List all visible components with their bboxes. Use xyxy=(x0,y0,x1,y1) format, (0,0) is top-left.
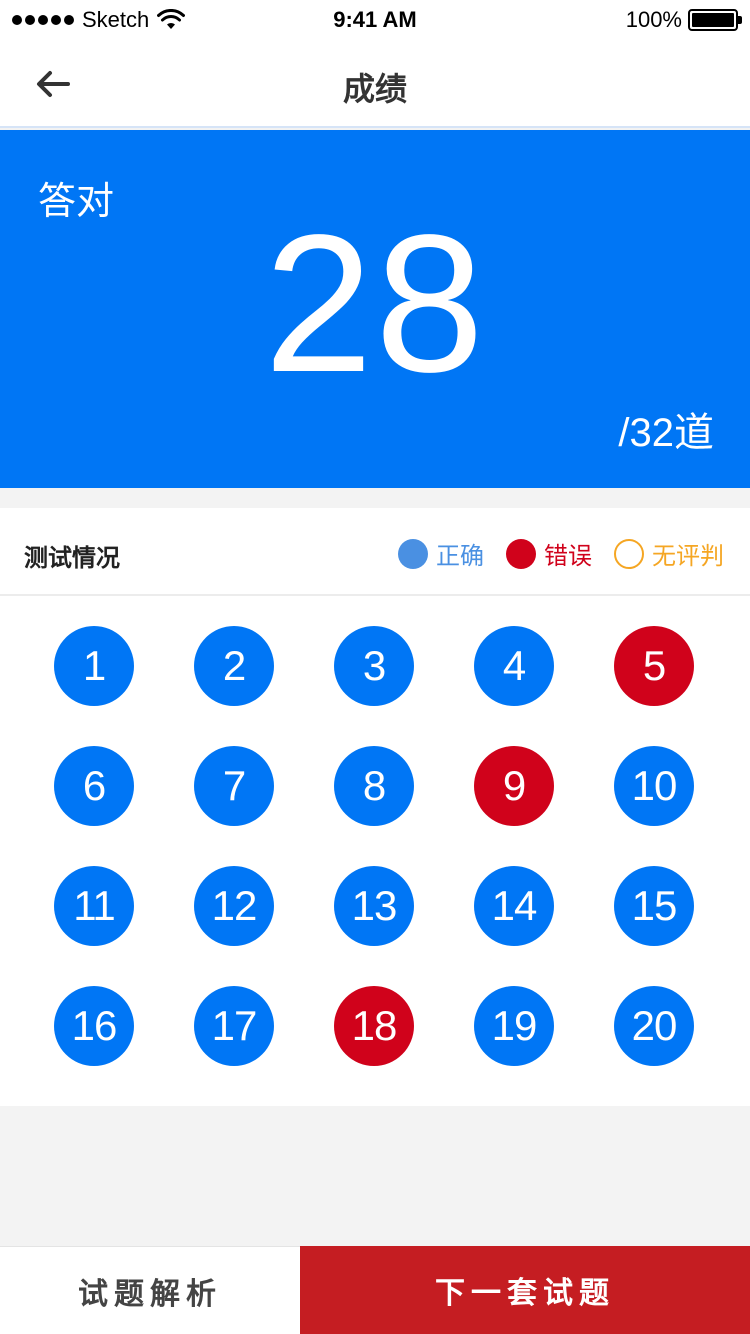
battery-info: 100% xyxy=(625,7,742,33)
legend-label: 错误 xyxy=(544,543,592,570)
question-number-3[interactable]: 3 xyxy=(334,626,414,706)
question-cell: 12 xyxy=(164,866,304,946)
bottom-bar: 试题解析 下一套试题 xyxy=(0,1246,750,1334)
section-header: 测试情况 正确 错误 无评判 xyxy=(0,508,750,596)
question-cell: 2 xyxy=(164,626,304,706)
question-number-12[interactable]: 12 xyxy=(194,866,274,946)
question-cell: 1 xyxy=(24,626,164,706)
legend-item-correct: 正确 xyxy=(398,536,484,571)
question-cell: 9 xyxy=(444,746,584,826)
legend: 正确 错误 无评判 xyxy=(376,536,724,571)
test-results-section: 测试情况 正确 错误 无评判 1 2 3 4 5 6 7 8 9 10 11 12 13 14 15 16 17… xyxy=(0,508,750,1106)
question-number-2[interactable]: 2 xyxy=(194,626,274,706)
score-panel: 答对 28 /32道 xyxy=(0,130,750,488)
question-cell: 17 xyxy=(164,986,304,1066)
question-number-14[interactable]: 14 xyxy=(474,866,554,946)
question-number-1[interactable]: 1 xyxy=(54,626,134,706)
wrong-dot-icon xyxy=(506,538,536,569)
question-number-6[interactable]: 6 xyxy=(54,746,134,826)
question-number-11[interactable]: 11 xyxy=(54,866,134,946)
nav-bar: 成绩 xyxy=(0,40,750,128)
question-cell: 19 xyxy=(444,986,584,1066)
question-cell: 7 xyxy=(164,746,304,826)
question-number-13[interactable]: 13 xyxy=(334,866,414,946)
battery-percent: 100% xyxy=(625,7,682,32)
question-number-9[interactable]: 9 xyxy=(474,746,554,826)
question-cell: 14 xyxy=(444,866,584,946)
score-total: /32道 xyxy=(618,411,714,455)
question-number-5[interactable]: 5 xyxy=(614,626,694,706)
question-cell: 16 xyxy=(24,986,164,1066)
section-title: 测试情况 xyxy=(24,545,120,572)
question-cell: 4 xyxy=(444,626,584,706)
question-number-10[interactable]: 10 xyxy=(614,746,694,826)
question-cell: 3 xyxy=(304,626,444,706)
question-grid: 1 2 3 4 5 6 7 8 9 10 11 12 13 14 15 16 17 18 19 20 xyxy=(24,626,724,1066)
question-number-17[interactable]: 17 xyxy=(194,986,274,1066)
analysis-button[interactable]: 试题解析 xyxy=(0,1246,300,1334)
question-cell: 8 xyxy=(304,746,444,826)
legend-item-wrong: 错误 xyxy=(506,536,592,571)
question-cell: 20 xyxy=(584,986,724,1066)
question-number-4[interactable]: 4 xyxy=(474,626,554,706)
question-number-7[interactable]: 7 xyxy=(194,746,274,826)
battery-icon xyxy=(688,9,742,31)
question-cell: 18 xyxy=(304,986,444,1066)
unjudged-circle-icon xyxy=(614,538,644,569)
page-title: 成绩 xyxy=(342,71,407,107)
legend-label: 正确 xyxy=(436,543,484,570)
question-cell: 15 xyxy=(584,866,724,946)
legend-item-unjudged: 无评判 xyxy=(614,536,724,571)
question-number-15[interactable]: 15 xyxy=(614,866,694,946)
question-number-18[interactable]: 18 xyxy=(334,986,414,1066)
question-cell: 5 xyxy=(584,626,724,706)
question-cell: 10 xyxy=(584,746,724,826)
question-cell: 6 xyxy=(24,746,164,826)
correct-dot-icon xyxy=(398,538,428,569)
question-number-16[interactable]: 16 xyxy=(54,986,134,1066)
legend-label: 无评判 xyxy=(652,543,724,570)
question-cell: 13 xyxy=(304,866,444,946)
question-number-8[interactable]: 8 xyxy=(334,746,414,826)
question-number-20[interactable]: 20 xyxy=(614,986,694,1066)
question-cell: 11 xyxy=(24,866,164,946)
status-bar: Sketch 9:41 AM 100% xyxy=(0,0,750,40)
question-number-19[interactable]: 19 xyxy=(474,986,554,1066)
next-set-button[interactable]: 下一套试题 xyxy=(300,1246,750,1334)
score-value: 28 xyxy=(263,194,486,413)
